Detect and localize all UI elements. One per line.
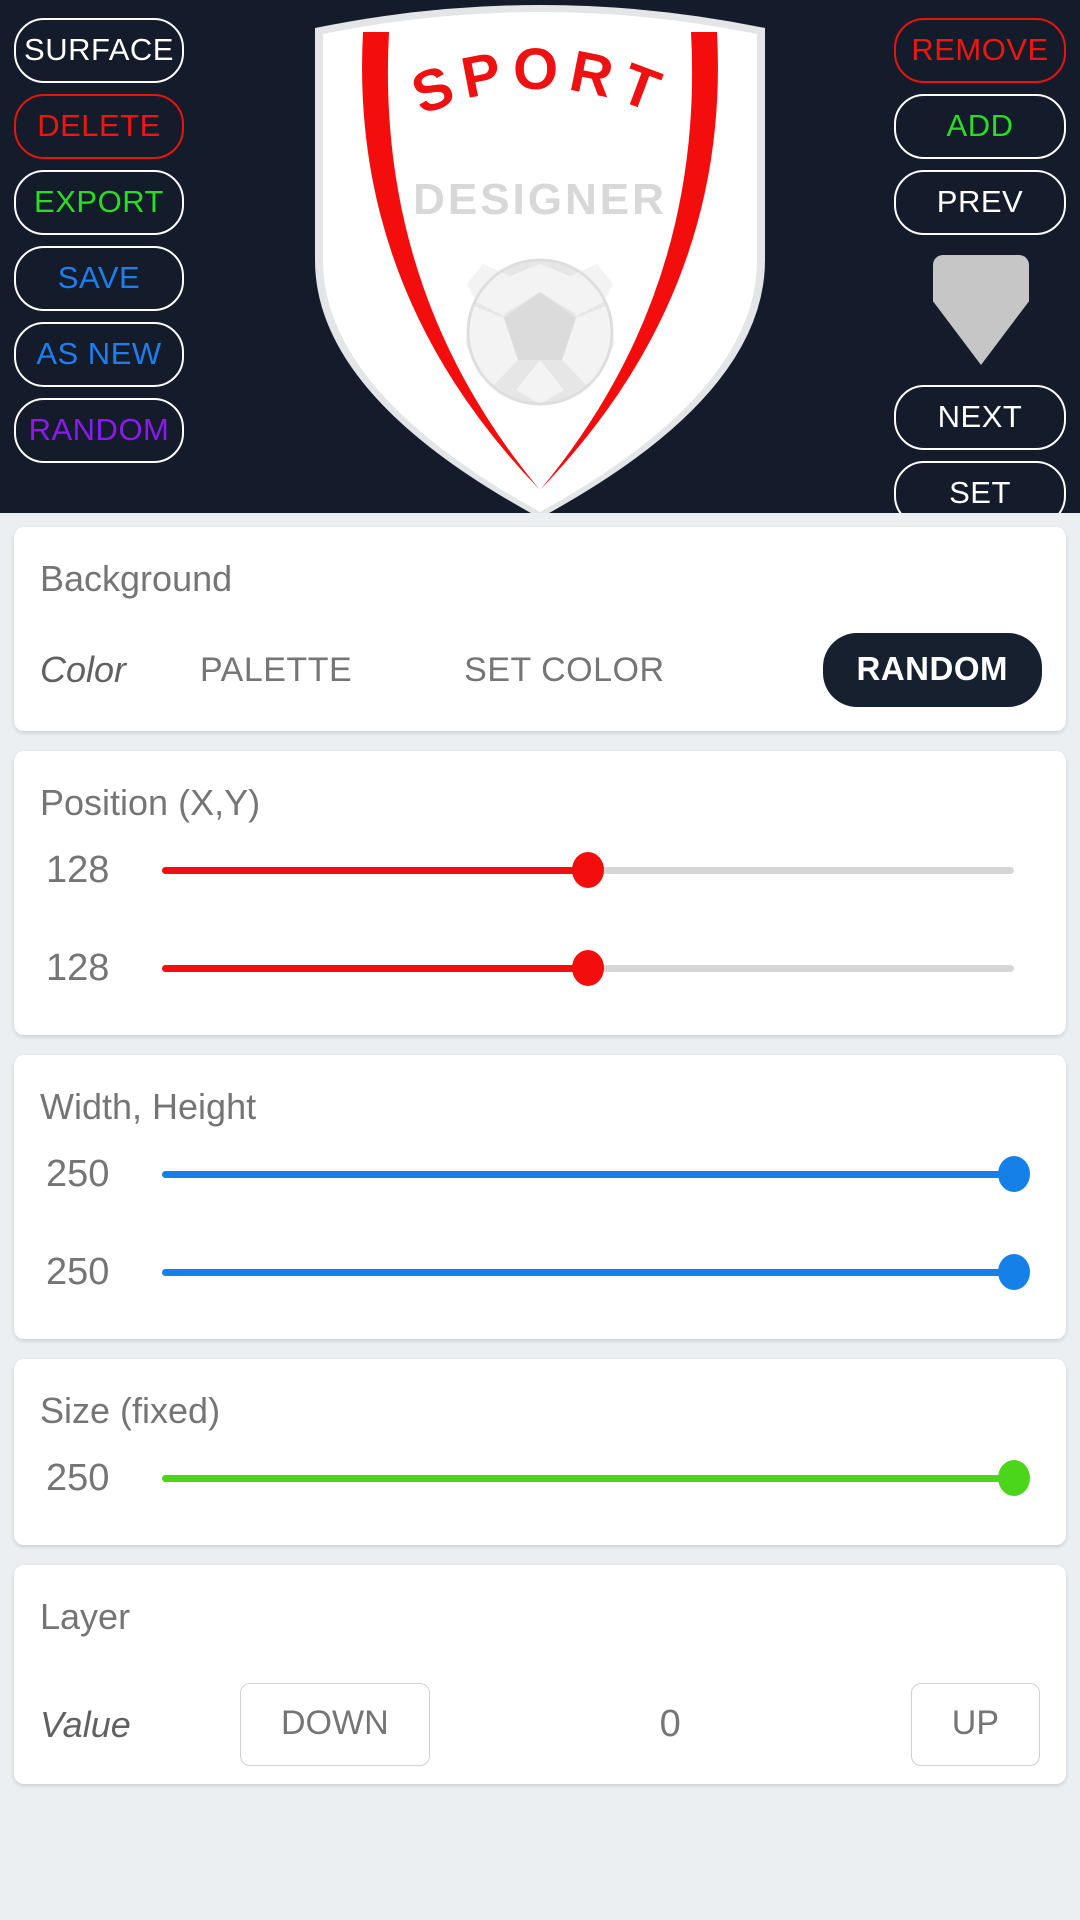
layer-down-button[interactable]: DOWN	[240, 1683, 430, 1766]
size-fixed-slider[interactable]	[162, 1458, 1030, 1498]
position-y-value: 128	[46, 946, 110, 989]
logo-designer-text: DESIGNER	[413, 175, 667, 224]
layer-card: Layer Value DOWN 0 UP	[14, 1565, 1066, 1784]
slider-thumb[interactable]	[998, 1254, 1030, 1290]
save-as-new-button[interactable]: AS NEW	[14, 322, 184, 387]
position-x-slider-row: 128	[14, 821, 1066, 919]
layer-value: 0	[659, 1703, 681, 1745]
delete-button[interactable]: DELETE	[14, 94, 184, 159]
position-x-slider[interactable]	[162, 850, 1014, 890]
layer-up-button[interactable]: UP	[910, 1683, 1040, 1766]
logo-preview[interactable]: SPORT DESIGNER	[305, 0, 775, 513]
slider-thumb[interactable]	[572, 950, 604, 986]
slider-fill	[162, 866, 588, 874]
export-button[interactable]: EXPORT	[14, 170, 184, 235]
position-y-slider-row: 128	[14, 919, 1066, 1017]
next-button[interactable]: NEXT	[894, 385, 1066, 450]
size-fixed-value: 250	[46, 1456, 110, 1499]
size-fixed-slider-row: 250	[14, 1429, 1066, 1527]
width-value: 250	[46, 1152, 110, 1195]
preview-header: SPORT DESIGNER SURFACE DELETE EXPORT SAV…	[0, 0, 1080, 513]
position-card: Position (X,Y) 128 128	[14, 751, 1066, 1035]
background-random-button[interactable]: RANDOM	[822, 633, 1042, 707]
position-y-slider[interactable]	[162, 948, 1014, 988]
shield-logo-icon: SPORT DESIGNER	[315, 5, 765, 513]
background-card: Background Color PALETTE SET COLOR RANDO…	[14, 527, 1066, 731]
save-button[interactable]: SAVE	[14, 246, 184, 311]
width-slider[interactable]	[162, 1154, 1030, 1194]
size-fixed-card: Size (fixed) 250	[14, 1359, 1066, 1545]
set-color-button[interactable]: SET COLOR	[464, 651, 664, 690]
layer-value-row: Value DOWN 0 UP	[14, 1635, 1066, 1766]
slider-thumb[interactable]	[998, 1156, 1030, 1192]
background-color-row: Color PALETTE SET COLOR RANDOM	[14, 597, 1066, 713]
slider-fill	[162, 964, 588, 972]
slider-thumb[interactable]	[998, 1460, 1030, 1496]
width-height-card-title: Width, Height	[40, 1086, 257, 1127]
slider-fill	[162, 1268, 1014, 1276]
color-label: Color	[40, 649, 127, 690]
add-button[interactable]: ADD	[894, 94, 1066, 159]
settings-panel: Background Color PALETTE SET COLOR RANDO…	[0, 513, 1080, 1784]
size-fixed-card-title: Size (fixed)	[40, 1390, 221, 1431]
position-x-value: 128	[46, 848, 110, 891]
position-card-title: Position (X,Y)	[40, 782, 261, 823]
palette-button[interactable]: PALETTE	[200, 651, 352, 690]
remove-button[interactable]: REMOVE	[894, 18, 1066, 83]
layer-value-label: Value	[40, 1703, 131, 1745]
height-slider[interactable]	[162, 1252, 1030, 1292]
background-card-title: Background	[40, 558, 233, 599]
slider-thumb[interactable]	[572, 852, 604, 888]
slider-fill	[162, 1170, 1014, 1178]
slider-fill	[162, 1474, 1014, 1482]
shield-thumbnail-icon[interactable]	[933, 255, 1029, 365]
set-button[interactable]: SET	[894, 461, 1066, 513]
height-slider-row: 250	[14, 1223, 1066, 1321]
random-button[interactable]: RANDOM	[14, 398, 184, 463]
right-toolbar: REMOVE ADD PREV NEXT SET	[894, 0, 1066, 513]
width-slider-row: 250	[14, 1125, 1066, 1223]
surface-button[interactable]: SURFACE	[14, 18, 184, 83]
prev-button[interactable]: PREV	[894, 170, 1066, 235]
width-height-card: Width, Height 250 250	[14, 1055, 1066, 1339]
height-value: 250	[46, 1250, 110, 1293]
layer-card-title: Layer	[40, 1596, 131, 1637]
left-toolbar: SURFACE DELETE EXPORT SAVE AS NEW RANDOM	[14, 0, 184, 463]
